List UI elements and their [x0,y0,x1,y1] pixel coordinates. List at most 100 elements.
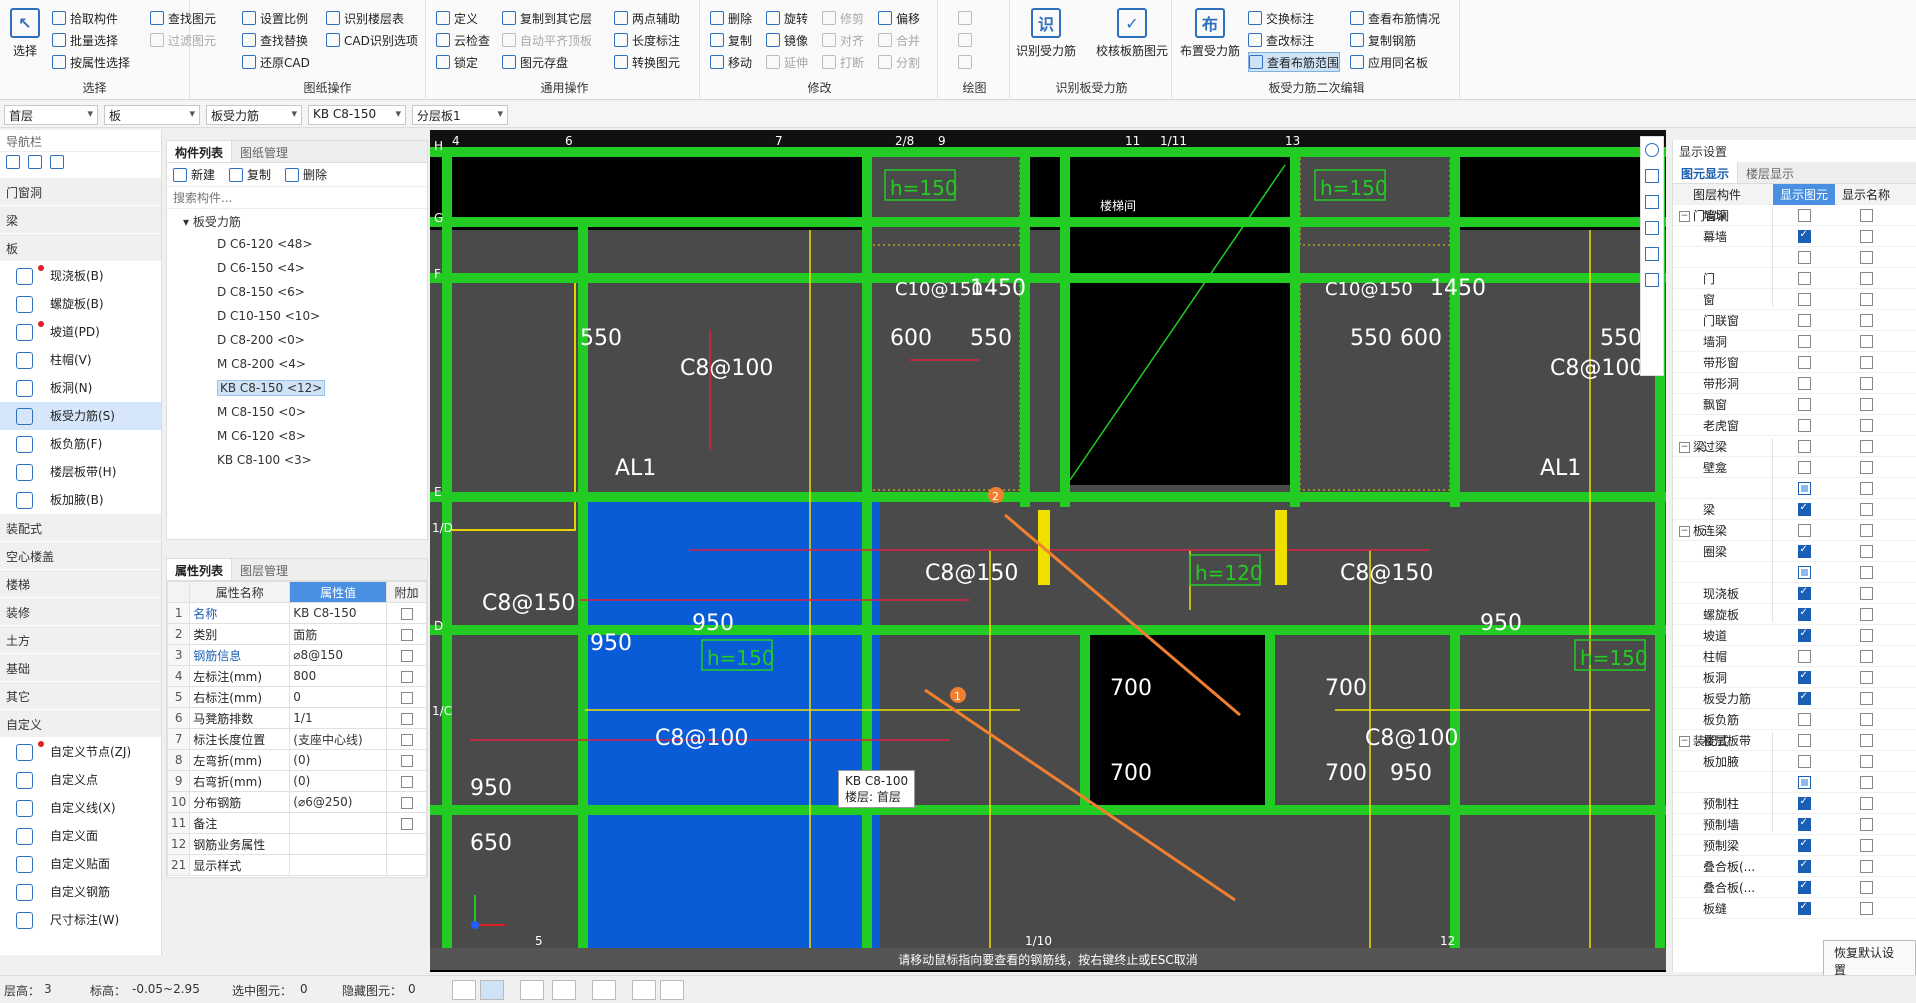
nav-category[interactable]: 装修 [0,598,161,626]
nav-item-custom-rebar[interactable]: 自定义钢筋 [0,878,161,906]
layer-row[interactable]: 带形窗 [1673,352,1916,373]
nav-category[interactable]: 板 [0,234,161,262]
prop-value[interactable] [289,812,387,834]
layer-row[interactable]: 带形洞 [1673,373,1916,394]
draw-point-button[interactable] [958,8,972,28]
floor-select[interactable]: 首层 [4,105,98,125]
collapse-icon[interactable]: − [1679,736,1690,747]
show-elem-checkbox[interactable] [1797,838,1811,852]
nav-category[interactable]: 门窗洞 [0,178,161,206]
show-name-checkbox[interactable] [1859,733,1873,747]
track-icon[interactable] [660,980,684,1000]
list-item[interactable]: D C8-150 <6> [171,281,427,305]
draw-arc-button[interactable] [958,52,972,72]
extra-checkbox[interactable] [400,817,413,830]
show-elem-checkbox[interactable] [1797,628,1811,642]
table-row[interactable]: 21 显示样式 [166,854,427,876]
cube-icon[interactable] [1645,247,1659,261]
nav-item-custom-point[interactable]: 自定义点 [0,766,161,794]
show-name-checkbox[interactable] [1859,880,1873,894]
tab-drawing-manage[interactable]: 图纸管理 [232,141,296,162]
detail-view-icon[interactable] [50,155,64,169]
show-elem-checkbox[interactable] [1797,775,1811,789]
delete-button[interactable]: 删除 [285,165,327,185]
nav-category[interactable]: 其它 [0,682,161,710]
apply-same-button[interactable]: 应用同名板 [1350,52,1428,72]
show-elem-checkbox[interactable] [1797,691,1811,705]
view-range-button[interactable]: 查看布筋范围 [1248,52,1341,72]
extra-checkbox[interactable] [400,775,413,788]
find-replace-button[interactable]: 查找替换 [242,30,308,50]
collapse-icon[interactable]: − [1679,442,1690,453]
show-elem-checkbox[interactable] [1797,313,1811,327]
show-elem-checkbox[interactable] [1797,607,1811,621]
show-name-checkbox[interactable] [1859,754,1873,768]
layer-row[interactable]: 门 [1673,268,1916,289]
show-name-checkbox[interactable] [1859,670,1873,684]
show-elem-checkbox[interactable] [1797,229,1811,243]
view-layout-button[interactable]: 查看布筋情况 [1350,8,1440,28]
list-item[interactable]: D C6-150 <4> [171,257,427,281]
cloud-check-button[interactable]: 云检查 [436,30,490,50]
layer-row[interactable]: 坡道 [1673,625,1916,646]
show-elem-checkbox[interactable] [1797,586,1811,600]
layer-row[interactable]: 预制柱 [1673,793,1916,814]
layer-row[interactable]: 老虎窗 [1673,415,1916,436]
show-name-checkbox[interactable] [1859,796,1873,810]
layer-row[interactable]: 板缝 [1673,898,1916,919]
component-select[interactable]: KB C8-150 [308,105,406,125]
show-elem-checkbox[interactable] [1797,649,1811,663]
table-row[interactable]: 12 钢筋业务属性 [166,833,427,855]
layer-row[interactable]: 板负筋 [1673,709,1916,730]
view-2d-icon[interactable] [1645,169,1659,183]
draw-line-button[interactable] [958,30,972,50]
auto-flat-button[interactable]: 自动平齐顶板 [502,30,592,50]
by-attr-button[interactable]: 按属性选择 [52,52,130,72]
nav-item-hole[interactable]: 板洞(N) [0,374,161,402]
define-button[interactable]: 定义 [436,8,478,28]
nav-item-capital[interactable]: 柱帽(V) [0,346,161,374]
recog-rebar-button[interactable]: 识识别受力筋 [1016,8,1076,59]
show-elem-checkbox[interactable] [1797,817,1811,831]
table-row[interactable]: 10 分布钢筋 (⌀6@250) [166,791,427,813]
delete-button[interactable]: 删除 [710,8,752,28]
extend-button[interactable]: 延伸 [766,52,808,72]
grid-view-icon[interactable] [6,155,20,169]
show-name-checkbox[interactable] [1859,208,1873,222]
show-elem-checkbox[interactable] [1797,670,1811,684]
show-name-checkbox[interactable] [1859,271,1873,285]
layer-row[interactable]: 板受力筋 [1673,688,1916,709]
show-name-checkbox[interactable] [1859,250,1873,264]
orbit-icon[interactable] [1645,143,1659,157]
table-row[interactable]: 1 名称 KB C8-150 [166,602,427,624]
extra-checkbox[interactable] [400,796,413,809]
tab-properties[interactable]: 属性列表 [167,559,233,580]
show-name-checkbox[interactable] [1859,901,1873,915]
list-item-selected[interactable]: KB C8-150 <12> [171,377,427,401]
angle-icon[interactable] [552,980,576,1000]
list-item[interactable]: M C8-200 <4> [171,353,427,377]
layer-row[interactable]: − 板 [1673,522,1916,622]
extra-checkbox[interactable] [400,607,413,620]
extra-checkbox[interactable] [400,649,413,662]
snap-icon[interactable] [480,980,504,1000]
show-name-checkbox[interactable] [1859,523,1873,537]
layer-row[interactable]: 现浇板 [1673,583,1916,604]
show-name-checkbox[interactable] [1859,502,1873,516]
layer-row[interactable]: 叠合板(... [1673,877,1916,898]
table-row[interactable]: 8 左弯折(mm) (0) [166,749,427,771]
copy-button[interactable]: 复制 [710,30,752,50]
show-elem-checkbox[interactable] [1797,355,1811,369]
show-elem-checkbox[interactable] [1797,523,1811,537]
prop-value[interactable] [289,833,387,855]
two-points-button[interactable]: 两点辅助 [614,8,680,28]
prop-value[interactable]: (⌀6@250) [289,791,387,813]
table-row[interactable]: 6 马凳筋排数 1/1 [166,707,427,729]
change-mark-button[interactable]: 查改标注 [1248,30,1314,50]
layer-row[interactable]: 窗 [1673,289,1916,310]
show-elem-checkbox[interactable] [1797,733,1811,747]
mirror-button[interactable]: 镜像 [766,30,808,50]
show-elem-checkbox[interactable] [1797,397,1811,411]
show-elem-checkbox[interactable] [1797,880,1811,894]
pick-button[interactable]: 拾取构件 [52,8,118,28]
